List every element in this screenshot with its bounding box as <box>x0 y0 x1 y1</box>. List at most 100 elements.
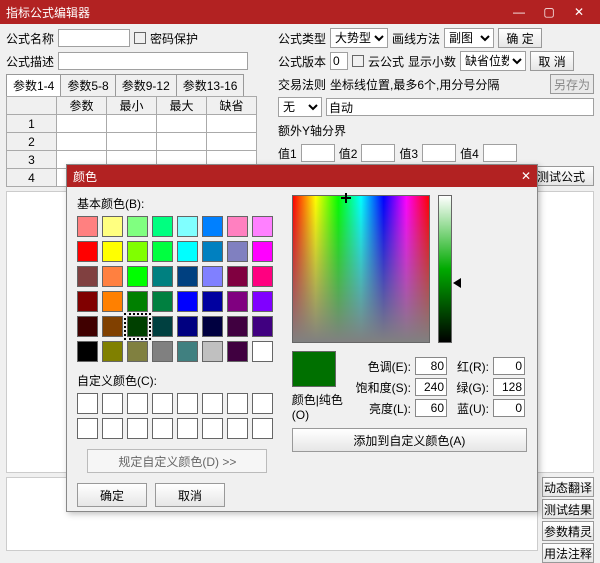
side-result-button[interactable]: 测试结果 <box>542 499 594 519</box>
basic-swatch[interactable] <box>102 241 123 262</box>
basic-swatch[interactable] <box>152 316 173 337</box>
basic-swatch[interactable] <box>202 216 223 237</box>
rule-select[interactable]: 无 <box>278 97 322 117</box>
basic-swatch[interactable] <box>227 341 248 362</box>
color-dialog-close-icon[interactable]: ✕ <box>521 169 531 183</box>
color-ok-button[interactable]: 确定 <box>77 483 147 507</box>
minimize-icon[interactable]: ― <box>504 0 534 24</box>
basic-swatch[interactable] <box>252 291 273 312</box>
basic-swatch[interactable] <box>177 291 198 312</box>
basic-swatch[interactable] <box>102 216 123 237</box>
basic-swatch[interactable] <box>77 241 98 262</box>
custom-colors-label: 自定义颜色(C): <box>77 372 278 389</box>
define-custom-button[interactable]: 规定自定义颜色(D) >> <box>87 449 267 473</box>
basic-swatch[interactable] <box>177 241 198 262</box>
solid-color-label: 颜色|纯色(O) <box>292 391 347 422</box>
draw-select[interactable]: 副图 <box>444 28 494 48</box>
color-cancel-button[interactable]: 取消 <box>155 483 225 507</box>
window-title: 指标公式编辑器 <box>6 4 90 21</box>
side-paramwiz-button[interactable]: 参数精灵 <box>542 521 594 541</box>
type-select[interactable]: 大势型 <box>330 28 388 48</box>
basic-swatch[interactable] <box>177 316 198 337</box>
add-to-custom-button[interactable]: 添加到自定义颜色(A) <box>292 428 527 452</box>
cancel-button[interactable]: 取 消 <box>530 51 574 71</box>
basic-swatch[interactable] <box>102 316 123 337</box>
confirm-button[interactable]: 确 定 <box>498 28 542 48</box>
basic-swatch[interactable] <box>127 216 148 237</box>
green-input[interactable] <box>493 378 525 396</box>
side-usage-button[interactable]: 用法注释 <box>542 543 594 563</box>
basic-swatch[interactable] <box>252 316 273 337</box>
basic-swatch[interactable] <box>127 266 148 287</box>
basic-swatch[interactable] <box>202 316 223 337</box>
basic-swatch[interactable] <box>227 291 248 312</box>
basic-swatch[interactable] <box>127 316 148 337</box>
basic-swatch[interactable] <box>127 291 148 312</box>
tab-params-1-4[interactable]: 参数1-4 <box>6 74 61 96</box>
basic-swatch[interactable] <box>102 341 123 362</box>
basic-swatch[interactable] <box>252 341 273 362</box>
custom-swatch[interactable] <box>77 393 98 414</box>
side-translate-button[interactable]: 动态翻译 <box>542 477 594 497</box>
blue-input[interactable] <box>493 399 525 417</box>
maximize-icon[interactable]: ▢ <box>534 0 564 24</box>
basic-swatch[interactable] <box>202 291 223 312</box>
rule-hint: 坐标线位置,最多6个,用分号分隔 <box>330 76 499 93</box>
basic-swatch[interactable] <box>252 266 273 287</box>
sat-input[interactable] <box>415 378 447 396</box>
cloud-checkbox[interactable] <box>352 55 364 67</box>
tab-params-13-16[interactable]: 参数13-16 <box>176 74 245 96</box>
basic-swatch[interactable] <box>77 341 98 362</box>
basic-swatch[interactable] <box>77 291 98 312</box>
desc-input[interactable] <box>58 52 248 70</box>
cloud-label: 云公式 <box>368 53 404 70</box>
basic-swatch[interactable] <box>102 266 123 287</box>
close-icon[interactable]: ✕ <box>564 0 594 24</box>
basic-swatch[interactable] <box>202 341 223 362</box>
dec-select[interactable]: 缺省位数 <box>460 51 526 71</box>
basic-swatch[interactable] <box>177 266 198 287</box>
v3-input[interactable] <box>422 144 456 162</box>
basic-swatch[interactable] <box>152 241 173 262</box>
basic-swatch[interactable] <box>227 216 248 237</box>
ver-input[interactable] <box>330 52 348 70</box>
basic-swatch[interactable] <box>152 291 173 312</box>
v1-input[interactable] <box>301 144 335 162</box>
luminance-bar[interactable] <box>438 195 452 343</box>
extra-y-label: 额外Y轴分界 <box>278 122 346 139</box>
basic-swatch[interactable] <box>227 316 248 337</box>
lum-input[interactable] <box>415 399 447 417</box>
color-dialog-title: 颜色 <box>73 168 97 185</box>
basic-swatch[interactable] <box>252 241 273 262</box>
basic-swatch[interactable] <box>77 216 98 237</box>
basic-swatch[interactable] <box>102 291 123 312</box>
basic-swatch[interactable] <box>202 266 223 287</box>
tab-params-5-8[interactable]: 参数5-8 <box>60 74 115 96</box>
basic-swatch[interactable] <box>127 241 148 262</box>
spectrum-cursor-icon <box>341 193 351 203</box>
hue-input[interactable] <box>415 357 447 375</box>
basic-swatch[interactable] <box>227 241 248 262</box>
basic-swatch[interactable] <box>177 341 198 362</box>
basic-swatch[interactable] <box>152 341 173 362</box>
red-input[interactable] <box>493 357 525 375</box>
basic-swatch[interactable] <box>152 216 173 237</box>
basic-swatch[interactable] <box>152 266 173 287</box>
basic-swatch[interactable] <box>177 216 198 237</box>
basic-swatch[interactable] <box>252 216 273 237</box>
v2-input[interactable] <box>361 144 395 162</box>
basic-swatch[interactable] <box>202 241 223 262</box>
saveas-button[interactable]: 另存为 <box>550 74 594 94</box>
basic-swatch[interactable] <box>227 266 248 287</box>
color-spectrum[interactable] <box>292 195 430 343</box>
v4-input[interactable] <box>483 144 517 162</box>
ver-label: 公式版本 <box>278 53 326 70</box>
name-input[interactable] <box>58 29 130 47</box>
basic-swatch[interactable] <box>127 341 148 362</box>
tab-params-9-12[interactable]: 参数9-12 <box>115 74 177 96</box>
color-dialog: 颜色 ✕ 基本颜色(B): 自定义颜色(C): 规定自定义颜色(D) >> 确定… <box>66 164 538 512</box>
pwd-checkbox[interactable] <box>134 32 146 44</box>
basic-swatch[interactable] <box>77 266 98 287</box>
basic-swatch[interactable] <box>77 316 98 337</box>
rule-auto-input[interactable] <box>326 98 594 116</box>
